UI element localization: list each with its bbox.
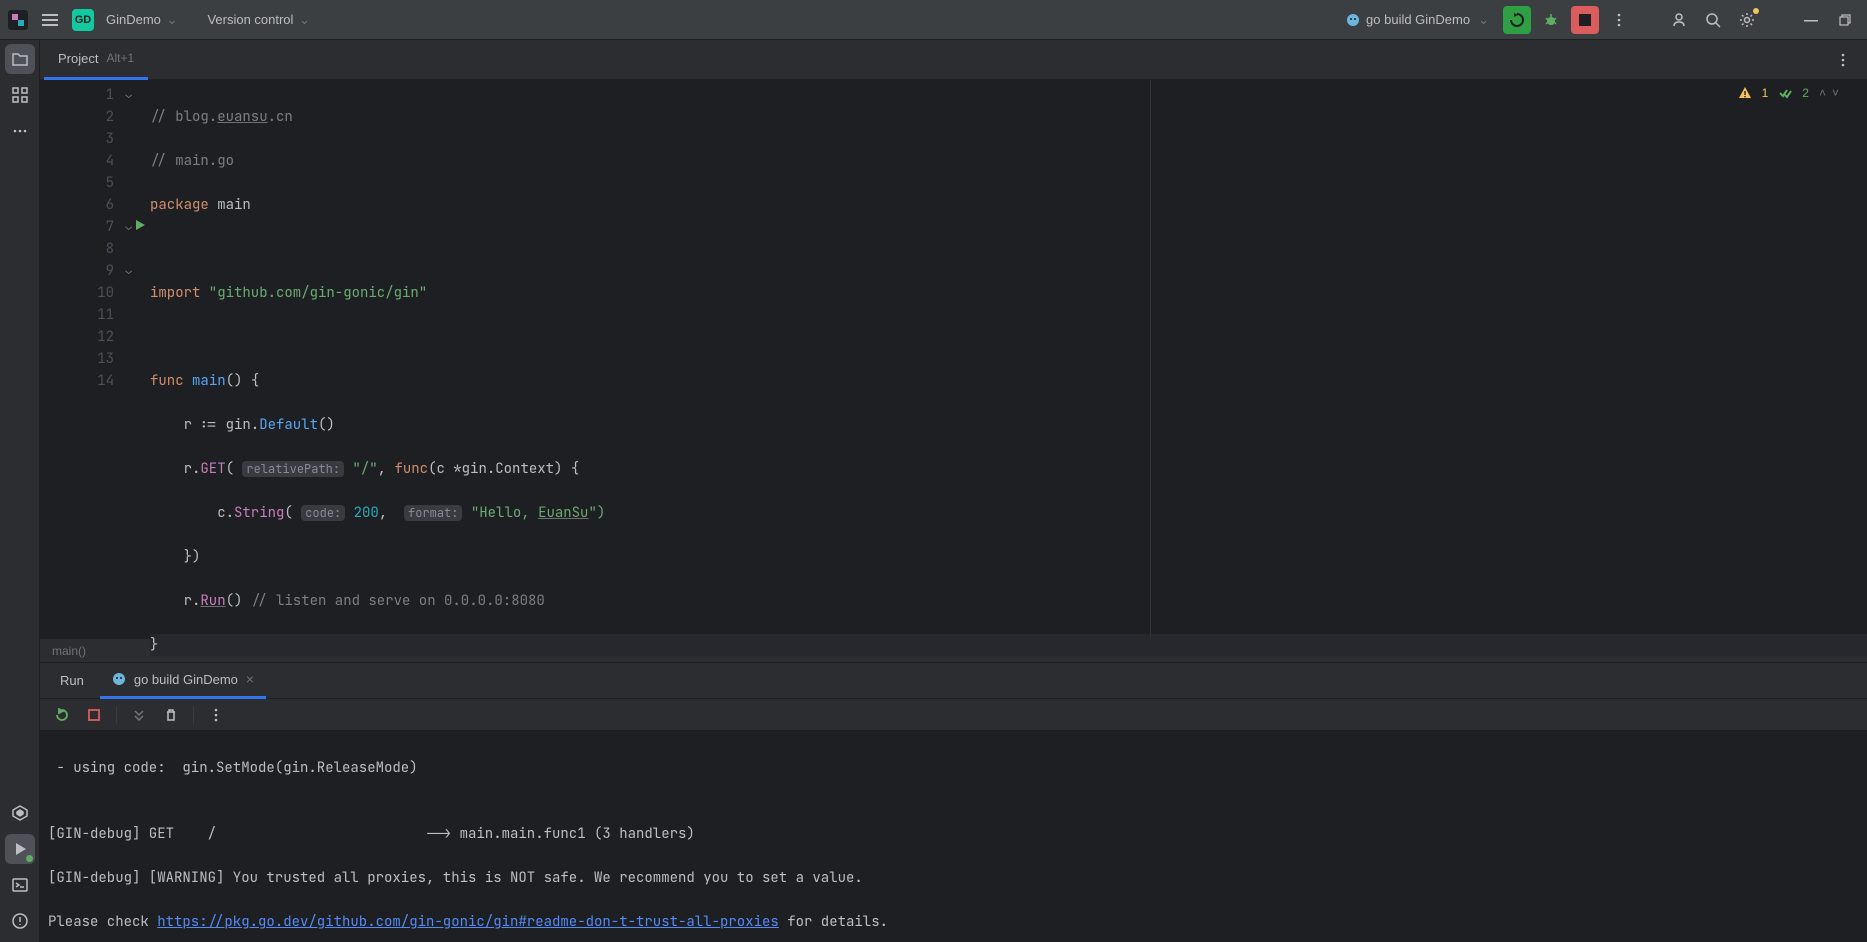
- editor-more-icon[interactable]: [1829, 46, 1857, 74]
- editor-tabs: Project Alt+1: [40, 40, 1867, 80]
- tab-label: Project: [58, 51, 98, 66]
- more-actions-icon[interactable]: [1605, 6, 1633, 34]
- update-indicator: [1753, 8, 1759, 14]
- settings-icon[interactable]: [1733, 6, 1761, 34]
- scroll-to-end-icon[interactable]: [125, 701, 153, 729]
- run-panel-title[interactable]: Run: [48, 663, 96, 699]
- project-tool-icon[interactable]: [5, 44, 35, 74]
- warning-icon: [1738, 86, 1752, 100]
- code-content[interactable]: // blog.euansu.cn // main.go package mai…: [150, 80, 1867, 638]
- chevron-down-icon[interactable]: ˅: [1832, 86, 1839, 100]
- debug-button[interactable]: [1537, 6, 1565, 34]
- gutter[interactable]: 1⌄ 2 3 4 5 6 7 ⌄ 8 9⌄ 10 11 12 13: [40, 80, 150, 638]
- chevron-down-icon: ⌄: [163, 12, 178, 27]
- stop-icon[interactable]: [80, 701, 108, 729]
- titlebar: GD GinDemo ⌄ Version control ⌄ go build …: [0, 0, 1867, 40]
- services-tool-icon[interactable]: [5, 798, 35, 828]
- fold-icon[interactable]: ⌄: [125, 264, 132, 278]
- run-configuration-selector[interactable]: go build GinDemo ⌄: [1338, 8, 1497, 32]
- run-gutter-icon[interactable]: [134, 219, 146, 231]
- rerun-button[interactable]: [1503, 6, 1531, 34]
- run-config-label: go build GinDemo: [1366, 12, 1470, 27]
- problems-tool-icon[interactable]: [5, 906, 35, 936]
- code-editor[interactable]: 1 2 ˄ ˅ 1⌄ 2 3 4 5 6 7: [40, 80, 1867, 638]
- structure-tool-icon[interactable]: [5, 80, 35, 110]
- warning-count: 1: [1762, 86, 1769, 100]
- tab-project[interactable]: Project Alt+1: [44, 40, 148, 80]
- inspection-widget[interactable]: 1 2 ˄ ˅: [1738, 86, 1839, 100]
- fold-icon[interactable]: ⌄: [125, 220, 132, 234]
- inspection-nav[interactable]: ˄ ˅: [1819, 86, 1839, 100]
- go-icon: [112, 672, 126, 686]
- minimize-icon[interactable]: [1797, 6, 1825, 34]
- right-margin-line: [1150, 80, 1151, 638]
- chevron-down-icon: ⌄: [1478, 12, 1489, 28]
- console-link[interactable]: https://pkg.go.dev/github.com/gin-gonic/…: [157, 913, 779, 931]
- tab-shortcut: Alt+1: [106, 51, 134, 65]
- version-control-menu[interactable]: Version control ⌄: [207, 12, 310, 28]
- goland-logo-icon: [8, 10, 28, 30]
- project-name[interactable]: GinDemo ⌄: [102, 8, 181, 32]
- fold-icon[interactable]: ⌄: [125, 88, 132, 102]
- project-badge: GD: [72, 9, 94, 31]
- chevron-down-icon: ⌄: [295, 12, 310, 27]
- search-everywhere-icon[interactable]: [1699, 6, 1727, 34]
- running-indicator: [26, 855, 33, 862]
- stop-button[interactable]: [1571, 6, 1599, 34]
- more-tool-windows-icon[interactable]: [5, 116, 35, 146]
- chevron-up-icon[interactable]: ˄: [1819, 86, 1826, 100]
- maximize-icon[interactable]: [1831, 6, 1859, 34]
- rerun-icon[interactable]: [48, 701, 76, 729]
- left-tool-stripe: [0, 40, 40, 942]
- main-menu-icon[interactable]: [36, 6, 64, 34]
- console-output[interactable]: - using code: gin.SetMode(gin.ReleaseMod…: [40, 731, 1867, 942]
- terminal-tool-icon[interactable]: [5, 870, 35, 900]
- check-icon: [1778, 86, 1792, 100]
- pass-count: 2: [1802, 86, 1809, 100]
- code-with-me-icon[interactable]: [1665, 6, 1693, 34]
- run-tool-icon[interactable]: [5, 834, 35, 864]
- go-icon: [1346, 13, 1360, 27]
